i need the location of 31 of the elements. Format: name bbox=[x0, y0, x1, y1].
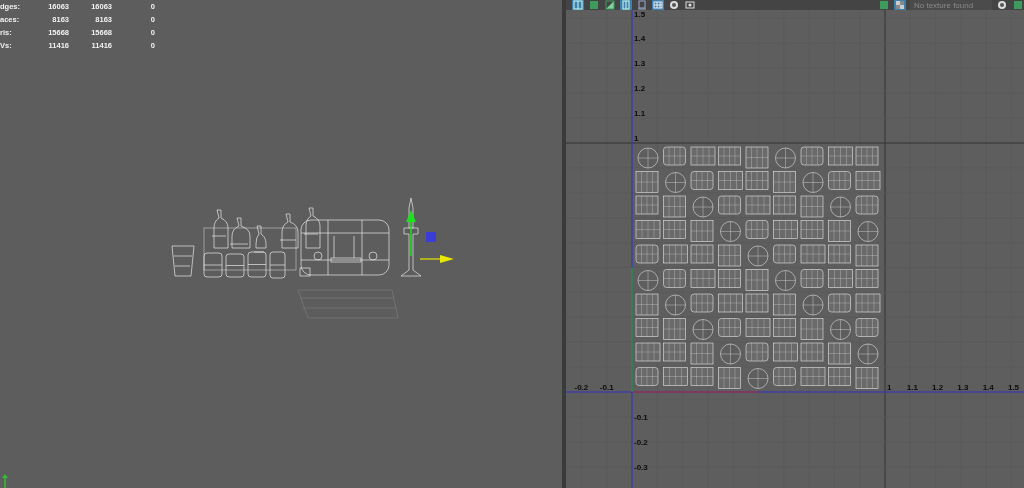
sphere-icon[interactable] bbox=[668, 0, 680, 10]
camera-icon[interactable] bbox=[684, 0, 696, 10]
axis-tick-label: -0.2 bbox=[634, 437, 648, 447]
axis-tick-label: 1.5 bbox=[634, 10, 646, 19]
grid-icon[interactable] bbox=[652, 0, 664, 10]
move-gizmo-icon[interactable] bbox=[406, 210, 454, 263]
axis-tick-label: 1.4 bbox=[982, 383, 994, 392]
panes-icon[interactable] bbox=[572, 0, 584, 10]
square-icon[interactable] bbox=[1012, 0, 1024, 10]
columns-icon[interactable] bbox=[620, 0, 632, 10]
axis-tick-label: -0.1 bbox=[634, 412, 648, 422]
axis-tick-label: 1 bbox=[887, 383, 892, 392]
square-icon[interactable] bbox=[588, 0, 600, 10]
axis-tick-label: 1.2 bbox=[634, 84, 646, 94]
axis-tick-label: -0.2 bbox=[574, 383, 589, 392]
axis-tick-label: 1.1 bbox=[906, 383, 918, 392]
axis-tick-label: 1.3 bbox=[957, 383, 969, 392]
axis-indicator-icon bbox=[2, 474, 10, 488]
axis-tick-label: 1.5 bbox=[1007, 383, 1020, 392]
axis-tick-label: 1.3 bbox=[634, 59, 646, 69]
shade-icon[interactable] bbox=[604, 0, 616, 10]
checker-icon[interactable] bbox=[894, 0, 906, 10]
square-icon[interactable] bbox=[878, 0, 890, 10]
axis-tick-label: 1.2 bbox=[932, 383, 944, 392]
axis-tick-label: 1.1 bbox=[634, 109, 646, 119]
frame-icon[interactable] bbox=[636, 0, 648, 10]
axis-tick-label: -0.3 bbox=[634, 462, 648, 472]
axis-tick-label: -0.1 bbox=[599, 383, 614, 392]
axis-tick-label: 1.4 bbox=[634, 34, 646, 44]
axis-tick-label: 1 bbox=[634, 134, 639, 143]
sphere-icon[interactable] bbox=[996, 0, 1008, 10]
